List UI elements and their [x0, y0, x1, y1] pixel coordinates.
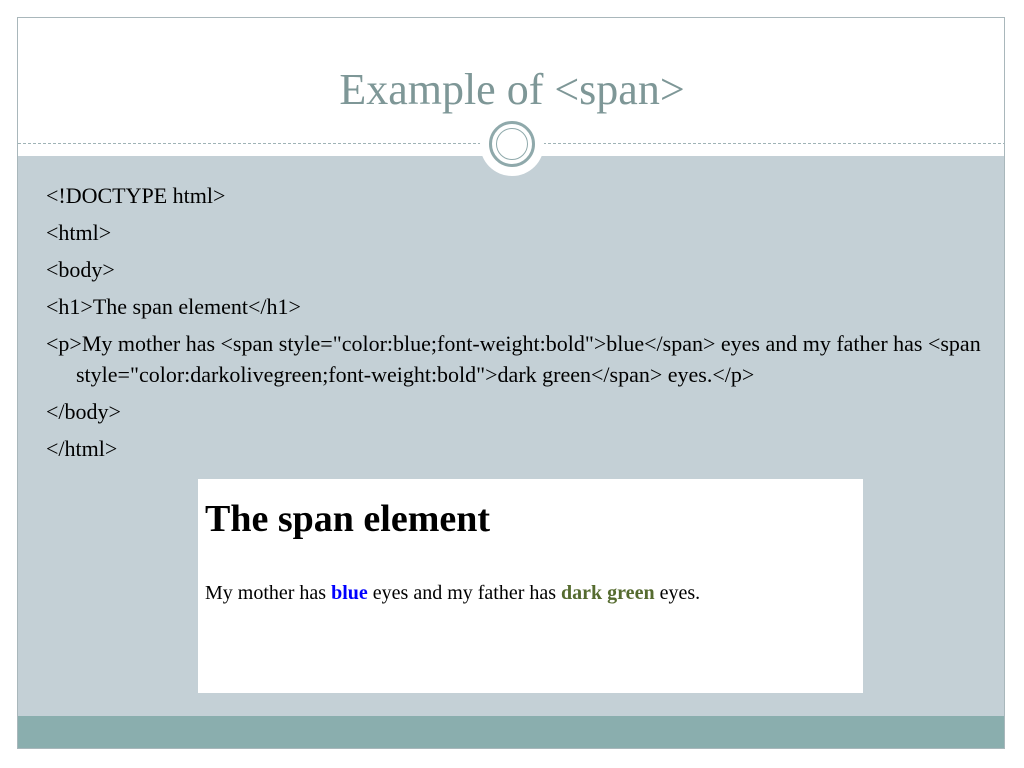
preview-green-span: dark green — [561, 582, 655, 604]
preview-text-3: eyes. — [654, 582, 701, 604]
preview-text-2: eyes and my father has — [367, 582, 562, 604]
ring-ornament-icon — [480, 112, 544, 176]
preview-text-1: My mother has — [205, 582, 332, 604]
code-line: <body> — [46, 257, 115, 282]
ring-inner — [489, 121, 535, 167]
code-listing: <!DOCTYPE html> <html> <body> <h1>The sp… — [46, 180, 986, 470]
code-line: <p>My mother has <span style="color:blue… — [46, 331, 981, 387]
preview-blue-span: blue — [331, 582, 368, 604]
footer-band — [18, 716, 1004, 748]
slide: Example of <span> <!DOCTYPE html> <html>… — [17, 17, 1005, 749]
code-line: <!DOCTYPE html> — [46, 183, 226, 208]
slide-title: Example of <span> — [339, 65, 685, 114]
rendered-preview: The span element My mother has blue eyes… — [198, 479, 863, 693]
code-line: <html> — [46, 220, 112, 245]
preview-paragraph: My mother has blue eyes and my father ha… — [205, 582, 700, 605]
code-line: </body> — [46, 399, 121, 424]
code-line: <h1>The span element</h1> — [46, 294, 301, 319]
preview-heading: The span element — [205, 498, 490, 540]
code-line: </html> — [46, 436, 118, 461]
